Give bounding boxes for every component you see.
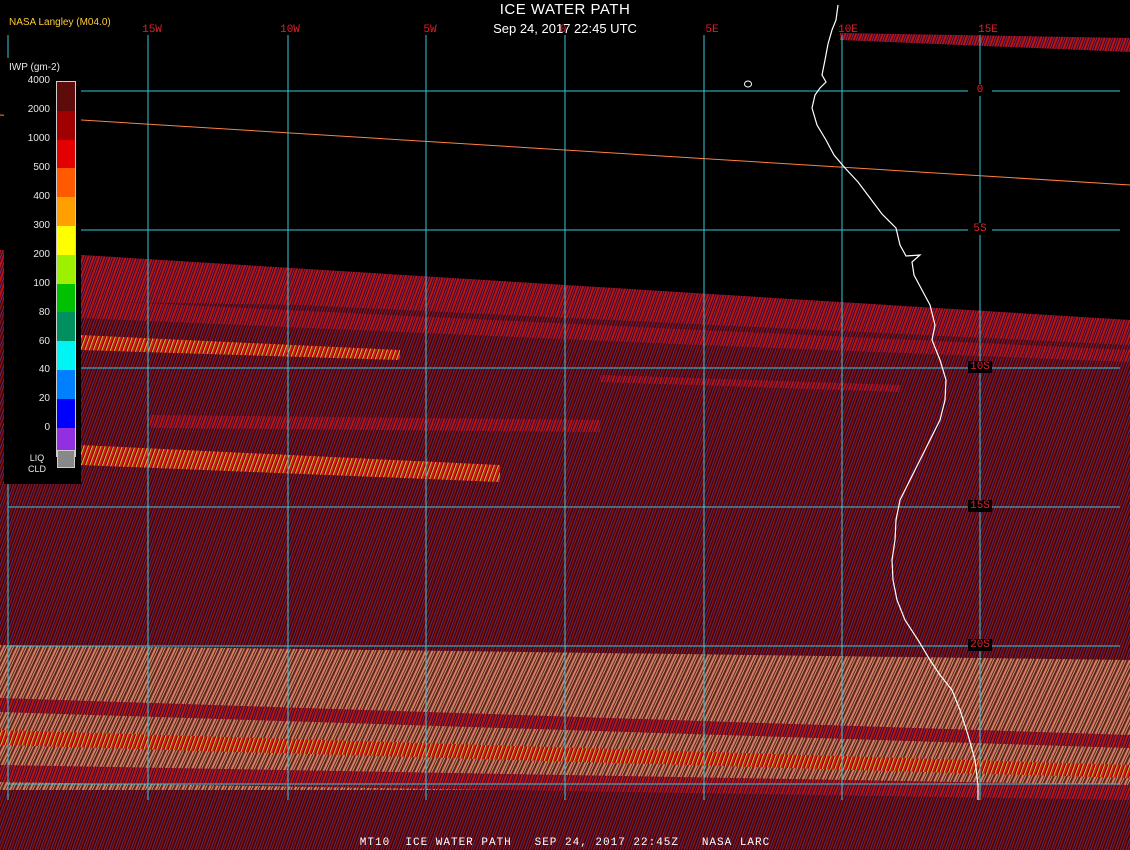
lon-label-5w: 5W — [423, 24, 437, 36]
legend-swatch — [57, 197, 75, 226]
map-title: ICE WATER PATH — [499, 1, 631, 18]
lat-label-5s: 5S — [968, 223, 992, 235]
legend-swatch — [57, 168, 75, 198]
legend-swatch — [57, 398, 75, 428]
legend-tick: 1000 — [27, 133, 50, 144]
lon-label-10w: 10W — [280, 24, 300, 36]
legend-tick: 60 — [38, 336, 50, 347]
island-outline — [744, 80, 752, 88]
lat-label-15s: 15S — [968, 500, 992, 512]
legend-tick: 0 — [44, 422, 50, 433]
legend-swatch — [57, 254, 75, 284]
color-legend: IWP (gm-2) 4000 2000 1000 500 400 300 20… — [4, 58, 81, 484]
lat-label-20s: 20S — [968, 639, 992, 651]
lon-label-15e: 15E — [978, 24, 998, 36]
legend-swatch — [57, 283, 75, 313]
legend-tick: 300 — [33, 220, 50, 231]
lat-label-0: 0 — [968, 84, 992, 96]
legend-tick: 20 — [38, 393, 50, 404]
legend-swatch — [57, 139, 75, 169]
legend-tick: 40 — [38, 364, 50, 375]
legend-swatch — [57, 225, 75, 255]
legend-tick: 500 — [33, 162, 50, 173]
legend-color-bar — [56, 81, 76, 458]
legend-tick: 200 — [33, 249, 50, 260]
lon-label-10e: 10E — [838, 24, 858, 36]
footer-caption: MT10 ICE WATER PATH SEP 24, 2017 22:45Z … — [359, 837, 771, 849]
liquid-cloud-label: LIQ CLD — [28, 453, 46, 475]
liquid-label-cld: CLD — [28, 464, 47, 474]
lon-label-5e: 5E — [705, 24, 719, 36]
lon-label-15w: 15W — [142, 24, 162, 36]
legend-swatch — [57, 110, 75, 140]
legend-tick: 2000 — [27, 104, 50, 115]
legend-tick: 100 — [33, 278, 50, 289]
legend-swatch — [57, 369, 75, 399]
ice-water-path-map — [0, 4, 1130, 850]
lat-label-10s: 10S — [968, 361, 992, 373]
credit-label: NASA Langley (M04.0) — [9, 17, 111, 28]
legend-swatch — [57, 341, 75, 370]
liquid-cloud-swatch — [57, 450, 75, 468]
liquid-label-liq: LIQ — [29, 453, 45, 463]
legend-tick: 400 — [33, 191, 50, 202]
legend-tick: 80 — [38, 307, 50, 318]
legend-tick: 4000 — [27, 75, 50, 86]
legend-swatch — [57, 82, 75, 111]
legend-swatch — [57, 312, 75, 342]
legend-title: IWP (gm-2) — [9, 62, 60, 73]
lon-label-0: 0 — [559, 24, 567, 36]
